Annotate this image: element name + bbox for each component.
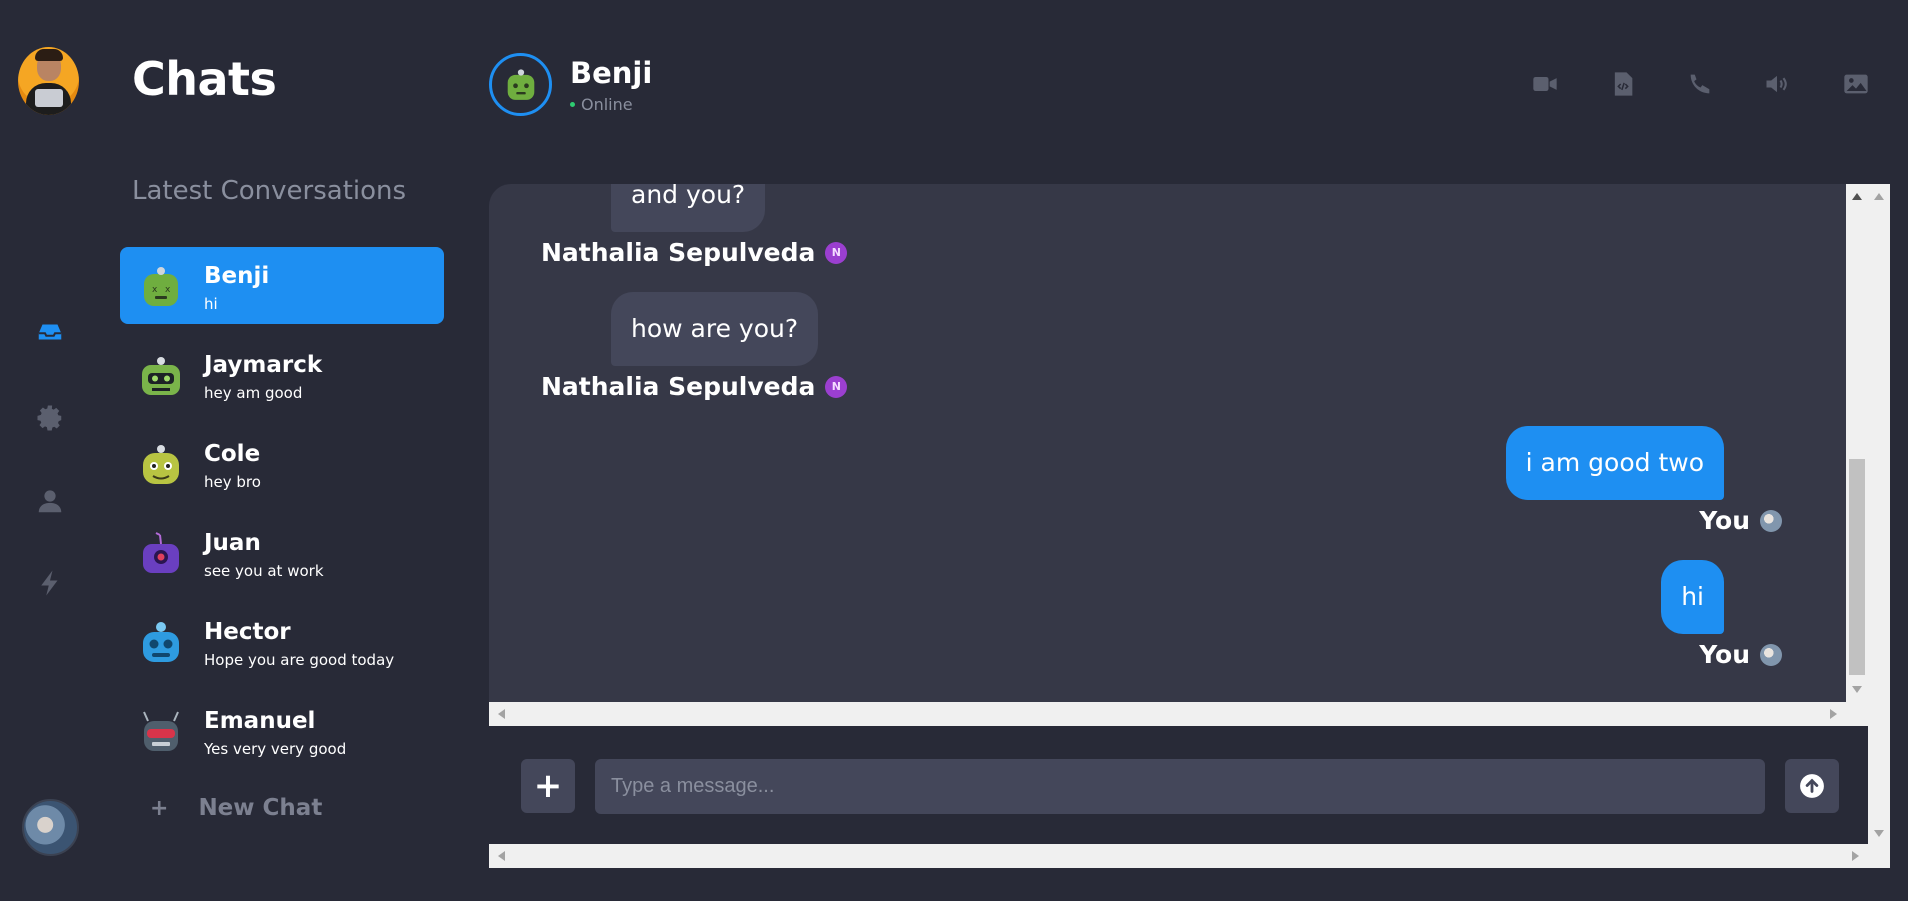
video-icon[interactable] — [1531, 70, 1561, 100]
contact-avatar[interactable] — [489, 53, 552, 116]
section-title: Latest Conversations — [132, 176, 407, 206]
sender-name: You — [1699, 506, 1750, 535]
conversation-preview: Yes very very good — [204, 740, 347, 758]
message-horizontal-scrollbar[interactable] — [489, 702, 1868, 726]
conversation-name: Jaymarck — [204, 352, 323, 378]
conversation-item-hector[interactable]: Hector Hope you are good today — [120, 603, 444, 680]
message-sender: You — [1699, 506, 1782, 535]
robot-avatar-icon: xx — [144, 267, 178, 306]
status-text: Online — [581, 95, 633, 114]
message-sender: You — [1699, 640, 1782, 669]
gear-icon[interactable] — [34, 402, 66, 434]
message-sender: Nathalia Sepulveda N — [541, 238, 848, 267]
robot-avatar-icon — [143, 711, 179, 751]
conversation-preview: hi — [204, 295, 218, 313]
sender-badge: N — [825, 241, 848, 264]
inbox-icon[interactable] — [34, 316, 66, 348]
conversation-name: Juan — [204, 530, 261, 556]
page-scrollbar[interactable] — [1868, 184, 1890, 868]
phone-icon[interactable] — [1686, 70, 1716, 100]
robot-avatar-icon — [142, 357, 180, 395]
message-scrollbar[interactable] — [1846, 184, 1868, 702]
scroll-left-arrow-icon[interactable] — [498, 709, 505, 719]
message-bubble: how are you? — [611, 292, 819, 366]
scroll-left-arrow-icon[interactable] — [498, 851, 505, 861]
attach-button[interactable]: + — [521, 759, 575, 813]
scrollbar-thumb[interactable] — [1849, 459, 1865, 675]
contact-status: Online — [570, 95, 633, 114]
conversation-item-juan[interactable]: Juan see you at work — [120, 514, 444, 591]
composer-horizontal-scrollbar[interactable] — [489, 844, 1868, 868]
conversation-item-jaymarck[interactable]: Jaymarck hey am good — [120, 336, 444, 413]
robot-avatar-icon — [143, 622, 179, 662]
conversation-name: Hector — [204, 619, 291, 645]
conversation-preview: see you at work — [204, 562, 324, 580]
robot-avatar-icon — [143, 445, 179, 484]
new-chat-label: New Chat — [198, 795, 323, 821]
robot-avatar-icon — [507, 68, 534, 100]
sender-name: Nathalia Sepulveda — [541, 372, 816, 401]
page-title: Chats — [132, 52, 277, 106]
conversation-preview: Hope you are good today — [204, 651, 395, 669]
arrow-up-circle-icon — [1800, 774, 1824, 798]
code-file-icon[interactable] — [1609, 70, 1639, 100]
conversation-item-emanuel[interactable]: Emanuel Yes very very good — [120, 692, 444, 769]
scroll-right-arrow-icon[interactable] — [1830, 709, 1837, 719]
nav-rail — [0, 0, 100, 901]
conversation-item-benji[interactable]: xx Benji hi — [120, 247, 444, 324]
scroll-up-arrow-icon[interactable] — [1874, 193, 1884, 200]
conversation-name: Benji — [204, 263, 270, 289]
contact-name: Benji — [570, 56, 653, 90]
scroll-up-arrow-icon[interactable] — [1852, 193, 1862, 200]
sender-avatar — [1760, 643, 1782, 666]
message-input[interactable] — [595, 759, 1765, 814]
user-icon[interactable] — [34, 485, 66, 517]
send-button[interactable] — [1785, 759, 1839, 813]
message-bubble: i am good two — [1505, 426, 1724, 500]
message-sender: Nathalia Sepulveda N — [541, 372, 848, 401]
online-dot-icon — [570, 102, 575, 107]
volume-icon[interactable] — [1763, 70, 1793, 100]
app-logo-avatar[interactable] — [18, 47, 79, 115]
sender-avatar — [1760, 509, 1782, 532]
sender-badge: N — [825, 375, 848, 398]
message-list[interactable]: and you? Nathalia Sepulveda N how are yo… — [489, 184, 1846, 702]
conversation-item-cole[interactable]: Cole hey bro — [120, 425, 444, 502]
bolt-icon[interactable] — [34, 567, 66, 599]
svg-text:x: x — [165, 285, 171, 295]
message-bubble: hi — [1661, 560, 1724, 634]
conversation-preview: hey bro — [204, 473, 261, 491]
sender-name: Nathalia Sepulveda — [541, 238, 816, 267]
sender-name: You — [1699, 640, 1750, 669]
profile-avatar[interactable] — [22, 799, 79, 856]
message-composer: + — [489, 726, 1868, 844]
new-chat-button[interactable]: + New Chat — [150, 795, 322, 821]
scroll-right-arrow-icon[interactable] — [1852, 851, 1859, 861]
message-bubble: and you? — [611, 184, 766, 232]
image-icon[interactable] — [1842, 70, 1872, 100]
plus-icon: + — [150, 795, 169, 821]
svg-text:x: x — [152, 285, 158, 295]
conversation-name: Emanuel — [204, 708, 316, 734]
conversation-preview: hey am good — [204, 384, 303, 402]
scroll-down-arrow-icon[interactable] — [1852, 686, 1862, 693]
robot-avatar-icon — [143, 532, 179, 573]
scroll-down-arrow-icon[interactable] — [1874, 830, 1884, 837]
conversation-name: Cole — [204, 441, 261, 467]
